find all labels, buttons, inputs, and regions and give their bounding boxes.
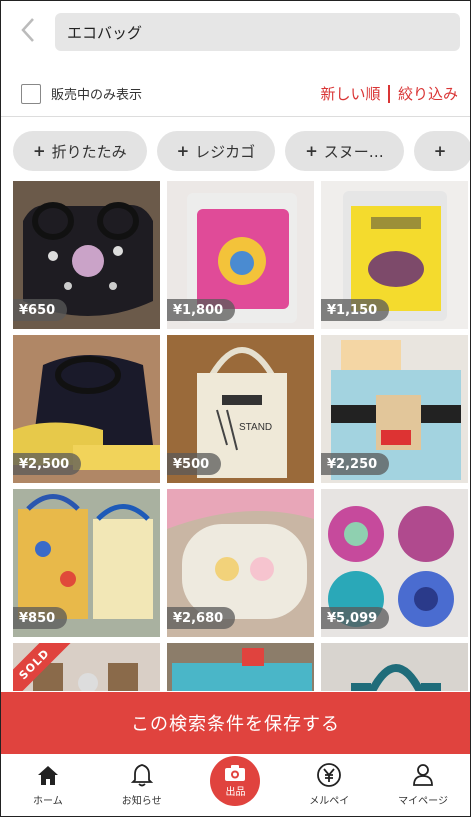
item-photo	[321, 643, 468, 691]
chip-label: スヌー…	[323, 142, 384, 161]
chip-more[interactable]: +	[413, 131, 470, 171]
item-card[interactable]: ¥1,150	[321, 181, 468, 329]
price-badge: ¥500	[167, 453, 222, 475]
suggestion-chips: + 折りたたみ + レジカゴ + スヌー… +	[1, 128, 470, 174]
sort-button[interactable]: 新しい順	[320, 83, 380, 104]
nav-mypage-label: マイページ	[398, 796, 448, 807]
item-card[interactable]: ¥1,800	[167, 181, 314, 329]
item-card[interactable]	[321, 643, 468, 691]
filter-row: 販売中のみ表示 新しい順 絞り込み	[1, 71, 470, 117]
bottom-nav: ホーム お知らせ 出品 メルペイ マイページ	[1, 754, 470, 816]
camera-icon	[225, 765, 246, 781]
item-card[interactable]: ¥5,099	[321, 489, 468, 637]
filter-actions: 新しい順 絞り込み	[320, 83, 458, 104]
price-badge: ¥1,800	[167, 299, 236, 321]
on-sale-only-label[interactable]: 販売中のみ表示	[51, 84, 142, 103]
chevron-left-icon	[21, 18, 34, 42]
plus-icon: +	[433, 142, 447, 160]
price-badge: ¥650	[13, 299, 68, 321]
item-card[interactable]: STAND ¥500	[167, 335, 314, 483]
item-grid: ¥650 ¥1,800 ¥1,150 ¥2,500 STAND ¥500 ¥2,…	[13, 181, 470, 691]
on-sale-only-checkbox[interactable]	[21, 83, 41, 104]
item-card[interactable]: SOLD	[13, 643, 160, 691]
item-photo	[167, 643, 314, 691]
price-badge: ¥2,680	[167, 607, 236, 629]
nav-mypage[interactable]: マイページ	[383, 762, 463, 807]
chip-label: レジカゴ	[195, 142, 256, 161]
item-card[interactable]: ¥2,680	[167, 489, 314, 637]
save-search-button[interactable]: この検索条件を保存する	[1, 692, 470, 754]
nav-sell[interactable]: 出品	[195, 756, 275, 806]
header: エコバッグ	[1, 1, 470, 61]
price-badge: ¥2,250	[321, 453, 390, 475]
nav-merpay[interactable]: メルペイ	[289, 762, 369, 807]
nav-notifications-label: お知らせ	[121, 796, 162, 807]
price-badge: ¥850	[13, 607, 68, 629]
nav-notifications[interactable]: お知らせ	[102, 762, 182, 807]
refine-button[interactable]: 絞り込み	[398, 83, 458, 104]
chip-folding[interactable]: + 折りたたみ	[13, 131, 147, 171]
nav-home-label: ホーム	[33, 796, 63, 807]
price-badge: ¥2,500	[13, 453, 82, 475]
item-card[interactable]: ¥850	[13, 489, 160, 637]
chip-label: 折りたたみ	[51, 142, 127, 161]
chip-snoopy[interactable]: + スヌー…	[285, 131, 404, 171]
save-search-label: この検索条件を保存する	[131, 714, 340, 735]
divider	[388, 84, 390, 103]
plus-icon: +	[176, 142, 190, 160]
plus-icon: +	[305, 142, 318, 160]
svg-text:STAND: STAND	[239, 422, 272, 433]
search-input[interactable]: エコバッグ	[55, 13, 460, 51]
nav-home[interactable]: ホーム	[8, 762, 88, 807]
search-query: エコバッグ	[67, 23, 143, 42]
yen-circle-icon	[317, 763, 342, 787]
item-card[interactable]: ¥2,250	[321, 335, 468, 483]
bell-icon	[130, 764, 153, 787]
item-card[interactable]: ¥650	[13, 181, 160, 329]
nav-merpay-label: メルペイ	[309, 796, 350, 807]
back-button[interactable]	[11, 13, 45, 47]
sell-button[interactable]: 出品	[210, 756, 261, 806]
price-badge: ¥1,150	[321, 299, 390, 321]
item-card[interactable]	[167, 643, 314, 691]
price-badge: ¥5,099	[321, 607, 390, 629]
item-card[interactable]: ¥2,500	[13, 335, 160, 483]
app-screen: エコバッグ 販売中のみ表示 新しい順 絞り込み + 折りたたみ + レジカゴ + スヌ…	[0, 0, 471, 817]
home-icon	[37, 766, 58, 785]
nav-sell-label: 出品	[225, 787, 246, 798]
plus-icon: +	[33, 142, 46, 160]
person-icon	[413, 764, 433, 786]
chip-basket[interactable]: + レジカゴ	[156, 131, 276, 171]
